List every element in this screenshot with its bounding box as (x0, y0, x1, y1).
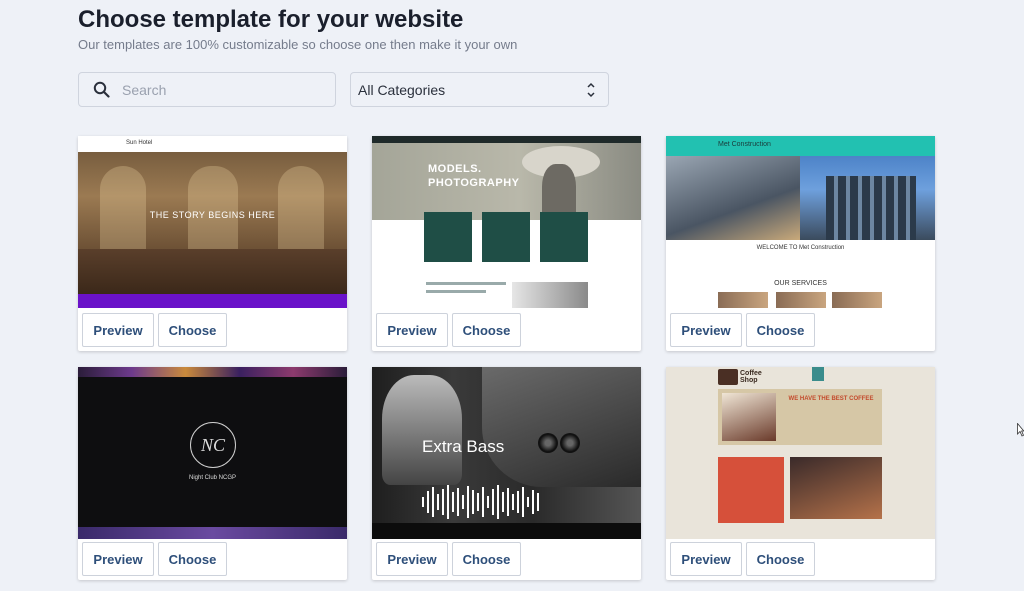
preview-button[interactable]: Preview (670, 542, 742, 576)
search-input[interactable] (122, 81, 312, 98)
choose-button[interactable]: Choose (452, 313, 521, 347)
page-title: Choose template for your website (78, 6, 464, 33)
choose-button[interactable]: Choose (746, 313, 815, 347)
template-headline: WE HAVE THE BEST COFFEE (788, 396, 874, 402)
choose-button[interactable]: Choose (158, 542, 227, 576)
template-card-met-construction: Met Construction WELCOME TO Met Construc… (666, 136, 935, 351)
preview-button[interactable]: Preview (82, 542, 154, 576)
template-headline: MODELS. PHOTOGRAPHY (428, 163, 520, 189)
template-headline: Extra Bass (422, 437, 505, 456)
template-thumbnail[interactable]: Met Construction WELCOME TO Met Construc… (666, 136, 935, 308)
category-select-value: All Categories (358, 81, 446, 98)
category-select[interactable]: All Categories (350, 72, 609, 107)
search-box[interactable] (78, 72, 336, 107)
template-card-extra-bass: Extra Bass Preview Choose (372, 367, 641, 580)
template-headline: Night Club NCGP (188, 475, 236, 481)
page-subtitle: Our templates are 100% customizable so c… (78, 37, 518, 52)
choose-button[interactable]: Choose (158, 313, 227, 347)
night-club-logo-icon: NC (190, 422, 236, 468)
preview-button[interactable]: Preview (376, 313, 448, 347)
search-icon (93, 81, 110, 98)
template-logo: Coffee Shop (740, 370, 762, 384)
template-card-coffee-shop: Coffee Shop WE HAVE THE BEST COFFEE Prev… (666, 367, 935, 580)
template-card-models-photography: MODELS. PHOTOGRAPHY Preview Choose (372, 136, 641, 351)
template-thumbnail[interactable]: NC Night Club NCGP (78, 367, 347, 539)
template-thumbnail[interactable]: Coffee Shop WE HAVE THE BEST COFFEE (666, 367, 935, 539)
template-section-title: OUR SERVICES (774, 280, 827, 287)
preview-button[interactable]: Preview (376, 542, 448, 576)
template-card-night-club: NC Night Club NCGP Preview Choose (78, 367, 347, 580)
template-headline: THE STORY BEGINS HERE (149, 210, 276, 220)
sound-wave-icon (422, 485, 539, 519)
mouse-cursor-icon (1017, 423, 1024, 437)
template-headline: WELCOME TO Met Construction (756, 245, 845, 251)
preview-button[interactable]: Preview (670, 313, 742, 347)
preview-button[interactable]: Preview (82, 313, 154, 347)
choose-button[interactable]: Choose (746, 542, 815, 576)
choose-button[interactable]: Choose (452, 542, 521, 576)
template-logo: Sun Hotel (126, 140, 153, 146)
template-logo: Met Construction (718, 141, 771, 148)
template-thumbnail[interactable]: MODELS. PHOTOGRAPHY (372, 136, 641, 308)
template-card-sun-hotel: Sun Hotel THE STORY BEGINS HERE Preview … (78, 136, 347, 351)
template-thumbnail[interactable]: Extra Bass (372, 367, 641, 539)
chevron-updown-icon (587, 82, 595, 97)
template-thumbnail[interactable]: Sun Hotel THE STORY BEGINS HERE (78, 136, 347, 308)
